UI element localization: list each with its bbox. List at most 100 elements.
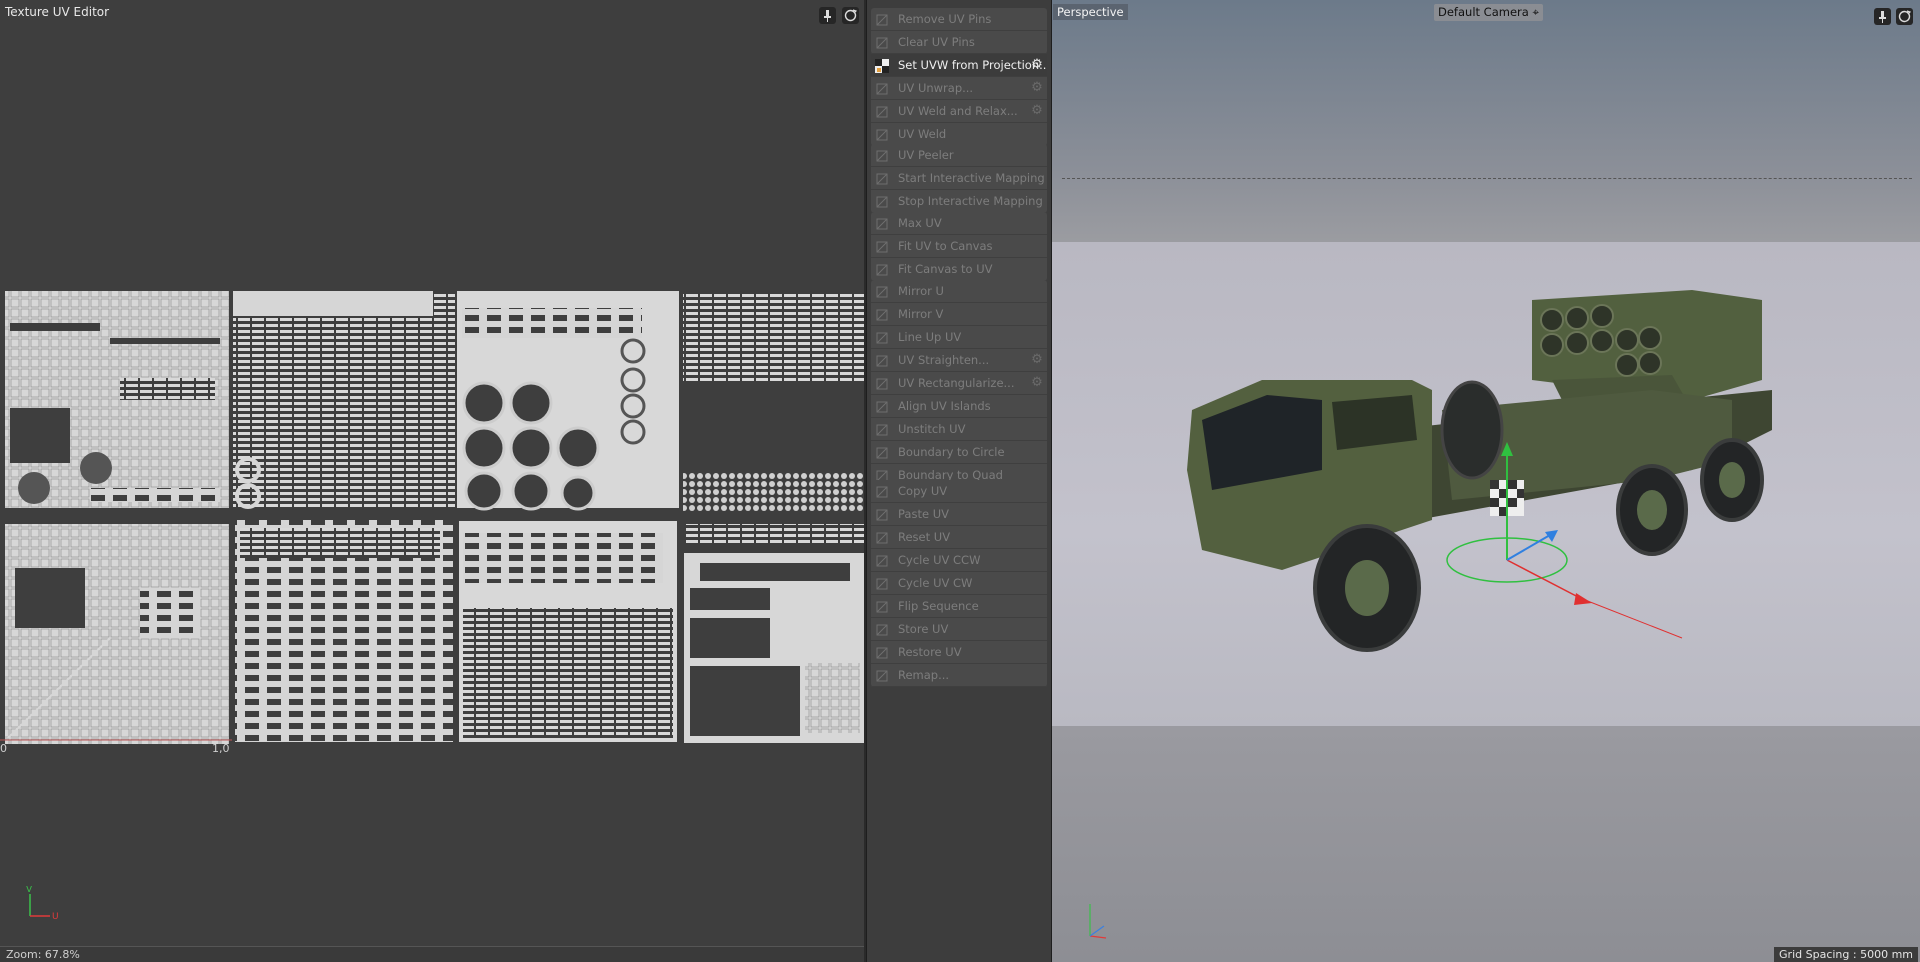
command-clear-pin[interactable]: Clear UV Pins (871, 31, 1047, 54)
uv-editor-panel[interactable]: Texture UV Editor 0 1,0 V U Zoom: 67.8% (0, 0, 864, 962)
command-label: UV Weld (898, 127, 947, 141)
uv-status-bar: Zoom: 67.8% (0, 946, 864, 962)
camera-icon: ⌖ (1532, 5, 1539, 19)
mirror-v-icon (875, 307, 889, 321)
straighten-icon (875, 353, 889, 367)
command-group-mapping: UV Peeler Start Interactive Mapping Stop I… (871, 144, 1047, 213)
cycle-ccw-icon (875, 553, 889, 567)
command-weld[interactable]: UV Weld (871, 123, 1047, 146)
command-reset-uv[interactable]: Reset UV (871, 526, 1047, 549)
command-cycle-cw[interactable]: Cycle UV CW (871, 572, 1047, 595)
uv-canvas[interactable] (0, 288, 864, 748)
uv-tile-7 (459, 521, 677, 742)
horizon-line (1062, 178, 1912, 179)
uv-axis-u-label: U (52, 912, 59, 922)
command-label: Start Interactive Mapping (898, 171, 1045, 185)
gear-icon[interactable]: ⚙ (1029, 372, 1045, 394)
command-label: Boundary to Circle (898, 445, 1005, 459)
pin-icon[interactable] (819, 7, 836, 24)
command-start-mapping[interactable]: Start Interactive Mapping (871, 167, 1047, 190)
command-straighten[interactable]: UV Straighten... ⚙ (871, 349, 1047, 372)
uv-tile-3 (457, 291, 679, 511)
cycle-cw-icon (875, 576, 889, 590)
command-store-uv[interactable]: Store UV (871, 618, 1047, 641)
command-remap[interactable]: Remap... (871, 664, 1047, 687)
command-label: Copy UV (898, 484, 948, 498)
command-label: Paste UV (898, 507, 949, 521)
uv-editor-title: Texture UV Editor (5, 5, 110, 19)
command-rectangularize[interactable]: UV Rectangularize... ⚙ (871, 372, 1047, 395)
sync-icon[interactable] (842, 7, 859, 24)
command-peeler[interactable]: UV Peeler (871, 144, 1047, 167)
command-fit-uv[interactable]: Fit UV to Canvas (871, 235, 1047, 258)
uv-axis-gizmo: V U (26, 886, 59, 922)
weld-relax-icon (875, 104, 889, 118)
uv-zoom-level: Zoom: 67.8% (6, 948, 80, 961)
command-label: Line Up UV (898, 330, 962, 344)
remap-icon (875, 668, 889, 682)
command-unwrap[interactable]: UV Unwrap... ⚙ (871, 77, 1047, 100)
gear-icon[interactable]: ⚙ (1029, 77, 1045, 99)
gear-icon[interactable]: ⚙ (1029, 54, 1045, 76)
uv-tile-5 (5, 524, 229, 744)
command-restore-uv[interactable]: Restore UV (871, 641, 1047, 664)
command-label: Max UV (898, 216, 942, 230)
remove-pin-icon (875, 12, 889, 26)
command-mirror-v[interactable]: Mirror V (871, 303, 1047, 326)
line-up-icon (875, 330, 889, 344)
gear-icon[interactable]: ⚙ (1029, 349, 1045, 371)
align-islands-icon (875, 399, 889, 413)
uv-tile-8 (684, 524, 864, 743)
uv-tile-1 (5, 291, 229, 508)
flip-sequence-icon (875, 599, 889, 613)
command-checker[interactable]: Set UVW from Projection... ⚙ (871, 54, 1047, 77)
command-cycle-ccw[interactable]: Cycle UV CCW (871, 549, 1047, 572)
command-label: Unstitch UV (898, 422, 966, 436)
command-label: Stop Interactive Mapping (898, 194, 1043, 208)
command-group-fit: Max UV Fit UV to Canvas Fit Canvas to UV (871, 212, 1047, 281)
weld-icon (875, 127, 889, 141)
command-remove-pin[interactable]: Remove UV Pins (871, 8, 1047, 31)
gear-icon[interactable]: ⚙ (1029, 100, 1045, 122)
rectangularize-icon (875, 376, 889, 390)
command-align-islands[interactable]: Align UV Islands (871, 395, 1047, 418)
truck-model[interactable] (1172, 270, 1792, 690)
uv-one-label: 1,0 (212, 742, 230, 755)
grid-spacing-readout: Grid Spacing : 5000 mm (1774, 947, 1918, 962)
start-mapping-icon (875, 171, 889, 185)
command-unstitch[interactable]: Unstitch UV (871, 418, 1047, 441)
command-stop-mapping[interactable]: Stop Interactive Mapping (871, 190, 1047, 213)
restore-uv-icon (875, 645, 889, 659)
command-flip-sequence[interactable]: Flip Sequence (871, 595, 1047, 618)
command-group-clipboard: Copy UV Paste UV Reset UV Cycle UV CCW Cycle… (871, 480, 1047, 687)
command-paste-uv[interactable]: Paste UV (871, 503, 1047, 526)
viewport-sync-icon[interactable] (1896, 8, 1913, 25)
command-label: UV Weld and Relax... (898, 104, 1018, 118)
command-boundary-circle[interactable]: Boundary to Circle (871, 441, 1047, 464)
command-line-up[interactable]: Line Up UV (871, 326, 1047, 349)
command-copy-uv[interactable]: Copy UV (871, 480, 1047, 503)
viewport-view-name[interactable]: Perspective (1053, 4, 1128, 20)
camera-selector[interactable]: Default Camera ⌖ (1434, 4, 1543, 21)
unwrap-icon (875, 81, 889, 95)
command-fit-canvas[interactable]: Fit Canvas to UV (871, 258, 1047, 281)
command-label: Mirror V (898, 307, 944, 321)
checker-icon (875, 58, 889, 73)
viewport-axis-gizmo (1089, 904, 1107, 939)
command-label: Restore UV (898, 645, 962, 659)
viewport-sky (1052, 0, 1920, 242)
viewport-pin-icon[interactable] (1874, 8, 1891, 25)
command-max-uv[interactable]: Max UV (871, 212, 1047, 235)
command-label: Remove UV Pins (898, 12, 992, 26)
command-group-pins: Remove UV Pins Clear UV Pins (871, 8, 1047, 54)
max-uv-icon (875, 216, 889, 230)
command-group-unwrap: Set UVW from Projection... ⚙ UV Unwrap... ⚙… (871, 54, 1047, 146)
uv-tile-4 (683, 291, 864, 511)
command-mirror-u[interactable]: Mirror U (871, 280, 1047, 303)
command-label: Align UV Islands (898, 399, 991, 413)
stop-mapping-icon (875, 194, 889, 208)
clear-pin-icon (875, 35, 889, 49)
perspective-viewport[interactable]: Perspective Default Camera ⌖ Grid Spacin… (1052, 0, 1920, 962)
command-weld-relax[interactable]: UV Weld and Relax... ⚙ (871, 100, 1047, 123)
command-label: Clear UV Pins (898, 35, 975, 49)
